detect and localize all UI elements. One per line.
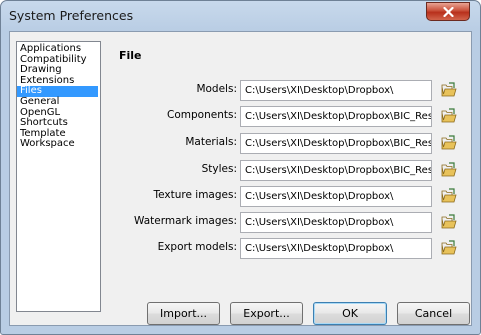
folder-browse-icon[interactable] (441, 135, 457, 151)
models-label: Models: (196, 83, 237, 95)
preferences-window: System Preferences Applications Compatib… (0, 0, 481, 335)
folder-browse-icon[interactable] (441, 82, 457, 98)
texture-images-label: Texture images: (153, 189, 238, 201)
folder-browse-icon[interactable] (441, 108, 457, 124)
styles-path-field[interactable]: C:\Users\XI\Desktop\Dropbox\BIC_Res (240, 160, 432, 181)
components-path-field[interactable]: C:\Users\XI\Desktop\Dropbox\BIC_Res (240, 106, 432, 127)
styles-label: Styles: (201, 163, 237, 175)
folder-browse-icon[interactable] (441, 214, 457, 230)
cancel-button[interactable]: Cancel (397, 302, 470, 325)
category-item-general[interactable]: General (17, 96, 98, 108)
watermark-images-path-field[interactable]: C:\Users\XI\Desktop\Dropbox\ (240, 212, 432, 233)
materials-label: Materials: (185, 136, 237, 148)
close-x-icon (442, 6, 454, 17)
folder-browse-icon[interactable] (441, 188, 457, 204)
materials-path-field[interactable]: C:\Users\XI\Desktop\Dropbox\BIC_Res (240, 133, 432, 154)
ok-button[interactable]: OK (313, 302, 387, 325)
folder-browse-icon[interactable] (441, 162, 457, 178)
folder-browse-icon[interactable] (441, 240, 457, 256)
dialog-body: Applications Compatibility Drawing Exten… (9, 31, 472, 326)
category-list[interactable]: Applications Compatibility Drawing Exten… (16, 41, 101, 312)
import-button[interactable]: Import... (147, 302, 220, 325)
window-title: System Preferences (9, 8, 134, 23)
export-button[interactable]: Export... (230, 302, 303, 325)
close-button[interactable] (426, 2, 470, 21)
section-title: File (119, 49, 142, 62)
title-bar[interactable]: System Preferences (1, 1, 480, 32)
texture-images-path-field[interactable]: C:\Users\XI\Desktop\Dropbox\ (240, 186, 432, 207)
export-models-path-field[interactable]: C:\Users\XI\Desktop\Dropbox\ (240, 238, 432, 259)
export-models-label: Export models: (157, 241, 237, 253)
category-item-applications[interactable]: Applications (17, 43, 98, 55)
models-path-field[interactable]: C:\Users\XI\Desktop\Dropbox\ (240, 80, 432, 101)
category-item-workspace[interactable]: Workspace (17, 139, 98, 150)
components-label: Components: (167, 109, 237, 121)
watermark-images-label: Watermark images: (134, 215, 237, 227)
